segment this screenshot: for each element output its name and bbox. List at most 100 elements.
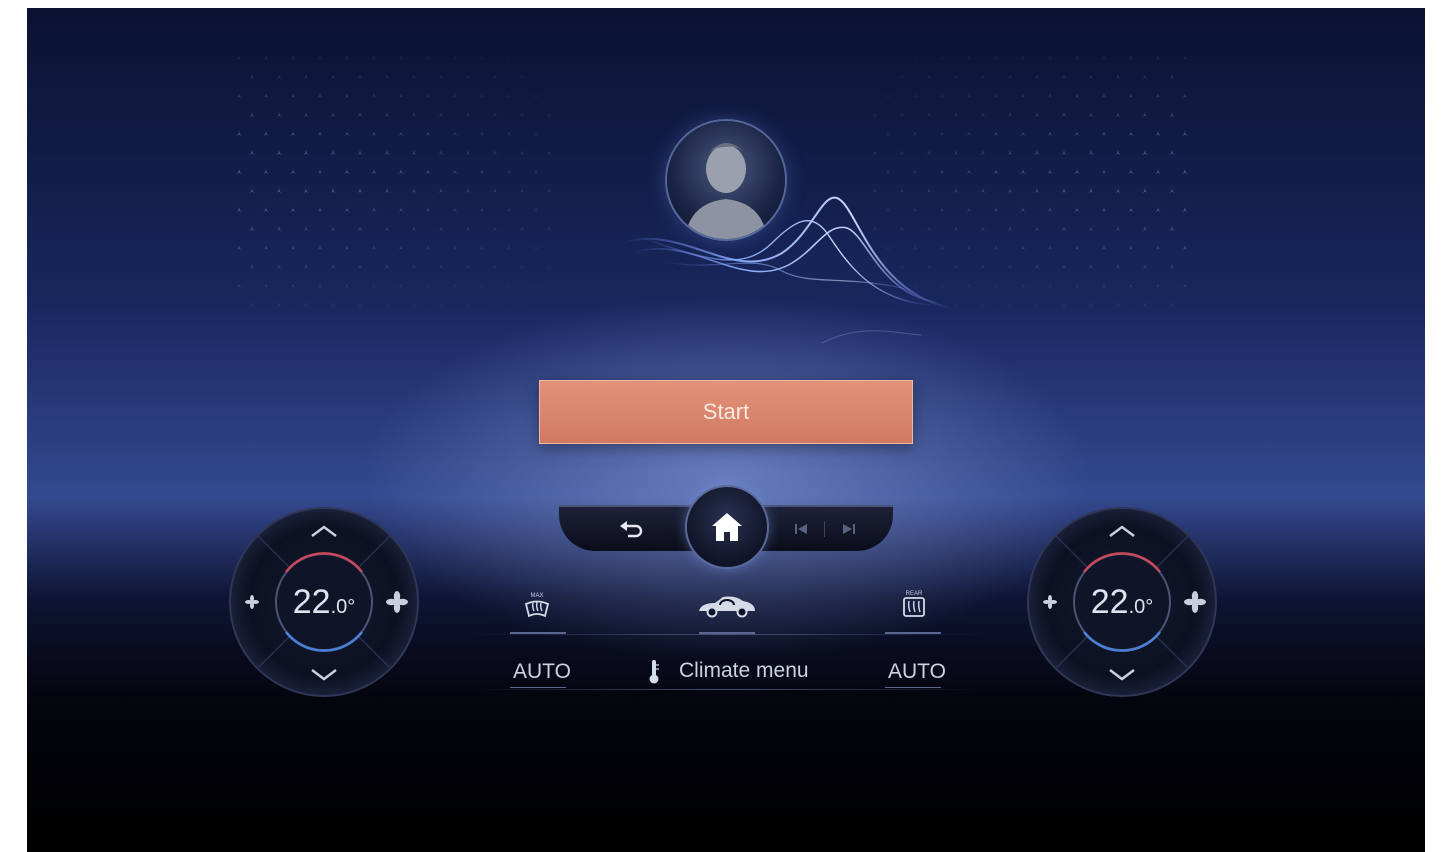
star-dot [465,264,471,270]
star-dot [317,169,323,175]
star-dot [506,93,512,99]
star-dot [263,93,269,99]
star-dot [1034,74,1040,80]
car-recirculation-icon [699,596,755,618]
star-dot [1047,245,1053,251]
climate-menu-button[interactable]: Climate menu [679,658,809,684]
star-dot [1007,264,1013,270]
star-dot [912,169,918,175]
star-dot [1047,131,1053,137]
voice-waveform [622,196,952,344]
star-dot [236,283,242,289]
star-dot [1169,226,1175,232]
star-dot [479,93,485,99]
star-dot [1088,264,1094,270]
star-dot [939,131,945,137]
back-button[interactable] [617,518,647,542]
star-dot [276,74,282,80]
star-dot [465,188,471,194]
star-dot [398,93,404,99]
star-dot [953,264,959,270]
star-dot [290,93,296,99]
star-dot [533,131,539,137]
star-dot [533,207,539,213]
star-dot [980,226,986,232]
star-dot [1007,150,1013,156]
star-dot [371,169,377,175]
previous-track-button[interactable] [792,520,810,538]
right-auto-button[interactable]: AUTO [888,659,946,685]
star-dot [465,112,471,118]
star-dot [1155,245,1161,251]
star-dot [980,188,986,194]
left-temperature-dial[interactable]: 22.0° [228,506,420,698]
star-dot [452,55,458,61]
home-button[interactable] [687,487,767,567]
dock-separator [824,521,825,537]
star-dot [966,245,972,251]
star-dot [1020,283,1026,289]
star-dot [330,264,336,270]
star-dot [912,55,918,61]
star-dot [533,245,539,251]
star-dot [452,207,458,213]
star-dot [479,169,485,175]
star-dot [1155,207,1161,213]
front-defrost-button[interactable]: MAX [517,590,557,620]
star-dot [479,131,485,137]
start-button[interactable]: Start [539,380,913,444]
star-dot [953,74,959,80]
star-dot [1142,226,1148,232]
star-dot [384,188,390,194]
star-dot [425,283,431,289]
star-dot [533,55,539,61]
star-dot [330,302,336,308]
star-dot [1115,188,1121,194]
infotainment-screen: Start 22.0° 22.0° MAX REAR AUTO Climate … [27,8,1425,852]
star-pattern-left [236,55,552,308]
rear-defrost-button[interactable]: REAR [894,588,934,618]
star-dot [1101,93,1107,99]
star-dot [384,112,390,118]
star-dot [317,55,323,61]
star-dot [411,188,417,194]
star-dot [1155,169,1161,175]
star-dot [249,226,255,232]
star-dot [357,188,363,194]
air-recirculation-button[interactable] [695,591,759,621]
star-dot [1169,112,1175,118]
star-dot [1034,150,1040,156]
star-dot [1155,55,1161,61]
star-dot [1182,283,1188,289]
star-dot [357,226,363,232]
star-dot [506,55,512,61]
star-dot [939,55,945,61]
star-dot [236,93,242,99]
star-dot [1074,283,1080,289]
star-dot [1182,169,1188,175]
star-dot [546,264,552,270]
star-dot [1101,245,1107,251]
star-dot [438,188,444,194]
star-dot [425,245,431,251]
star-dot [533,283,539,289]
star-dot [953,112,959,118]
star-dot [276,112,282,118]
star-dot [465,226,471,232]
next-track-button[interactable] [840,520,858,538]
star-dot [303,302,309,308]
left-auto-button[interactable]: AUTO [513,659,571,685]
star-dot [1142,264,1148,270]
star-dot [519,264,525,270]
star-dot [1128,131,1134,137]
star-dot [398,131,404,137]
star-dot [899,74,905,80]
star-dot [290,169,296,175]
star-dot [1155,283,1161,289]
star-dot [506,131,512,137]
right-temperature-dial[interactable]: 22.0° [1026,506,1218,698]
star-dot [317,207,323,213]
star-dot [546,150,552,156]
star-dot [425,93,431,99]
star-dot [533,169,539,175]
